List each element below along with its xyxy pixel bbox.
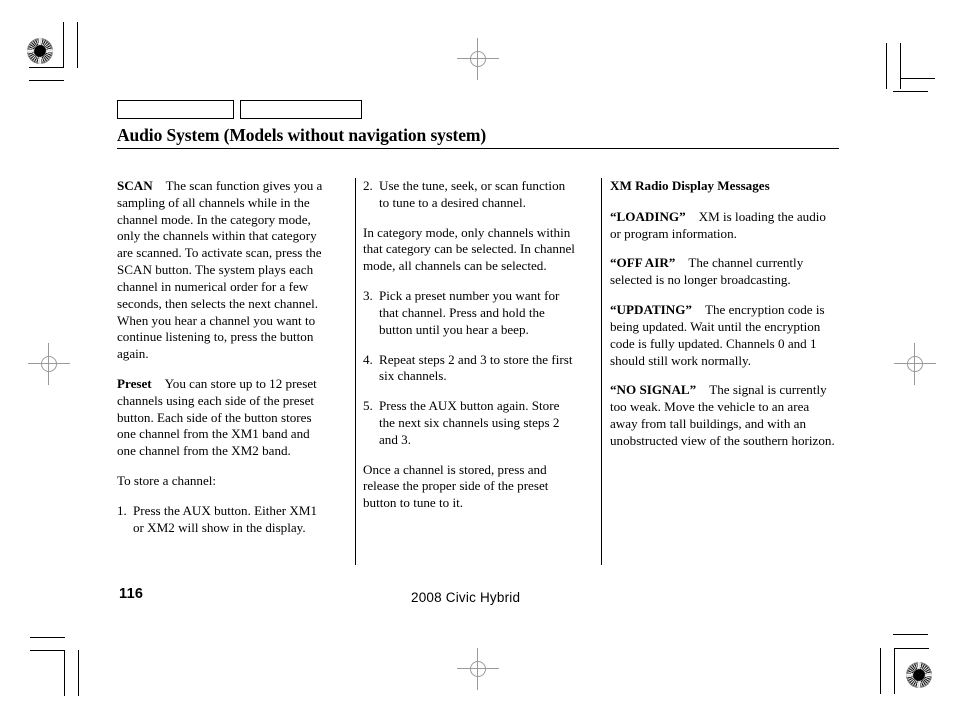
- registration-cross-right-middle: [894, 343, 936, 385]
- registration-target-bottom-right: [906, 662, 932, 688]
- step-1-number: 1.: [117, 502, 127, 518]
- registration-cross-bottom-center: [457, 648, 499, 690]
- message-updating: “UPDATING” The encryption code is being u…: [610, 302, 839, 369]
- step-4-text: Repeat steps 2 and 3 to store the first …: [379, 351, 573, 384]
- title-rule: [117, 148, 839, 150]
- step-4-number: 4.: [363, 351, 373, 367]
- section-tabs: [117, 100, 839, 119]
- column-1: SCAN The scan function gives you a sampli…: [117, 178, 345, 549]
- list-item-step-1: 1. Press the AUX button. Either XM1 or X…: [117, 503, 329, 537]
- list-item-step-3: 3. Pick a preset number you want for tha…: [363, 288, 578, 338]
- registration-cross-ring: [41, 356, 57, 372]
- crop-mark-bottom-left-outer-horizontal: [30, 637, 65, 638]
- section-heading-xm-messages: XM Radio Display Messages: [610, 178, 770, 193]
- registration-cross-ring: [470, 661, 486, 677]
- crop-mark-top-right-horizontal: [900, 78, 935, 79]
- paragraph-preset: Preset You can store up to 12 preset chan…: [117, 376, 329, 460]
- crop-mark-top-left-outer-horizontal: [29, 80, 64, 81]
- list-item-step-4: 4. Repeat steps 2 and 3 to store the fir…: [363, 352, 578, 386]
- term-preset: Preset: [117, 375, 152, 391]
- message-loading: “LOADING” XM is loading the audio or prog…: [610, 209, 839, 243]
- message-off-air: “OFF AIR” The channel currently selected …: [610, 255, 839, 289]
- registration-cross-left-middle: [28, 343, 70, 385]
- registration-cross-ring: [907, 356, 923, 372]
- paragraph-category-note: In category mode, only channels within t…: [363, 224, 575, 274]
- model-year-line: 2008 Civic Hybrid: [411, 590, 521, 605]
- page-title: Audio System (Models without navigation …: [117, 125, 487, 145]
- crop-mark-bottom-right-outer-horizontal: [893, 634, 928, 635]
- message-updating-term: “UPDATING”: [610, 302, 692, 318]
- list-item-step-5: 5. Press the AUX button again. Store the…: [363, 398, 578, 448]
- step-5-number: 5.: [363, 398, 373, 414]
- paragraph-store-intro: To store a channel:: [117, 473, 217, 488]
- text-columns: SCAN The scan function gives you a sampli…: [117, 178, 839, 565]
- crop-mark-bottom-right-horizontal: [894, 648, 929, 649]
- crop-mark-top-right-outer-horizontal: [893, 91, 928, 92]
- term-scan: SCAN: [117, 178, 153, 193]
- crop-mark-top-left-vertical: [63, 22, 64, 68]
- column-2: 2. Use the tune, seek, or scan function …: [345, 178, 592, 549]
- registration-cross-top-center: [457, 38, 499, 80]
- column-3: XM Radio Display Messages “LOADING” XM is…: [592, 178, 839, 549]
- crop-mark-bottom-left-horizontal: [30, 650, 65, 651]
- crop-mark-bottom-left-outer-vertical: [78, 650, 79, 696]
- message-off-air-term: “OFF AIR”: [610, 255, 676, 271]
- crop-mark-top-right-vertical: [900, 43, 901, 89]
- registration-cross-ring: [470, 51, 486, 67]
- step-5-text: Press the AUX button again. Store the ne…: [379, 398, 560, 447]
- message-no-signal-term: “NO SIGNAL”: [610, 382, 697, 398]
- page-content: Audio System (Models without navigation …: [117, 100, 839, 565]
- step-3-number: 3.: [363, 288, 373, 304]
- step-2-number: 2.: [363, 178, 373, 193]
- paragraph-scan-body: The scan function gives you a sampling o…: [117, 178, 323, 362]
- list-item-step-2: 2. Use the tune, seek, or scan function …: [363, 178, 578, 212]
- message-loading-term: “LOADING”: [610, 208, 686, 224]
- step-2-text: Use the tune, seek, or scan function to …: [379, 178, 566, 210]
- paragraph-scan: SCAN The scan function gives you a sampli…: [117, 178, 329, 363]
- registration-target-top-left: [27, 38, 53, 64]
- page-number: 116: [119, 586, 144, 602]
- paragraph-closing: Once a channel is stored, press and rele…: [363, 461, 549, 511]
- step-1-text: Press the AUX button. Either XM1 or XM2 …: [133, 502, 318, 535]
- section-tab-1[interactable]: [117, 100, 234, 119]
- crop-mark-top-left-outer-vertical: [77, 22, 78, 68]
- crop-mark-top-right-outer-vertical: [886, 43, 887, 89]
- crop-mark-bottom-left-vertical: [64, 650, 65, 696]
- crop-mark-top-left-horizontal: [29, 67, 64, 68]
- crop-mark-bottom-right-outer-vertical: [880, 648, 881, 694]
- crop-mark-bottom-right-vertical: [894, 648, 895, 694]
- section-tab-2[interactable]: [240, 100, 362, 119]
- message-no-signal: “NO SIGNAL” The signal is currently too w…: [610, 382, 839, 449]
- step-3-text: Pick a preset number you want for that c…: [379, 288, 560, 337]
